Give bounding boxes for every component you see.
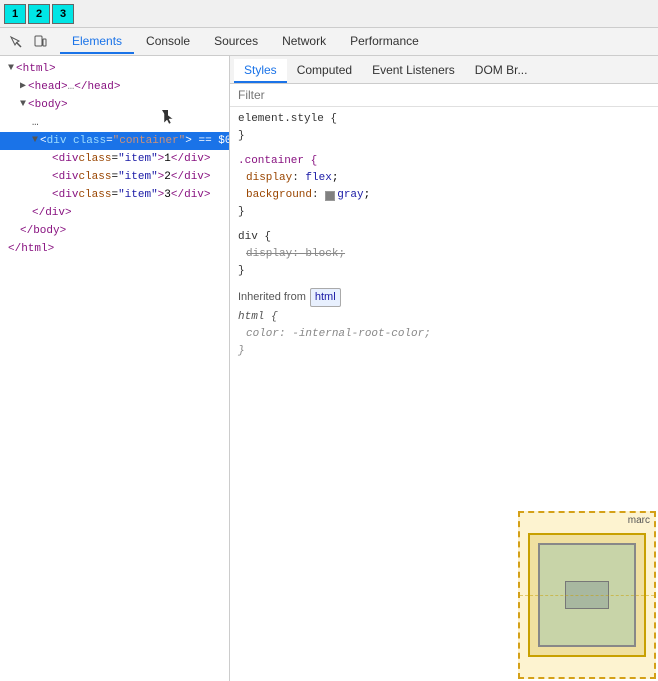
preview-box-1: 1 — [4, 4, 26, 24]
html-tree: ▼ <html> ▶ <head>…</head> ▼ <body> … ▼ <… — [0, 56, 229, 681]
right-panel: Styles Computed Event Listeners DOM Br..… — [230, 56, 658, 681]
color-swatch[interactable] — [325, 191, 335, 201]
css-selector: html { — [238, 309, 650, 326]
preview-box-3: 3 — [52, 4, 74, 24]
css-selector: .container { — [238, 153, 650, 170]
devtools-main: ▼ <html> ▶ <head>…</head> ▼ <body> … ▼ <… — [0, 56, 658, 681]
tree-line[interactable]: ▶ <div class="item">2</div> — [0, 168, 229, 186]
elements-panel: ▼ <html> ▶ <head>…</head> ▼ <body> … ▼ <… — [0, 56, 230, 681]
tree-line[interactable]: ▶ <head>…</head> — [0, 78, 229, 96]
css-rule-div: div { display : block ; } — [238, 229, 650, 280]
styles-tabs: Styles Computed Event Listeners DOM Br..… — [230, 56, 658, 84]
css-close: } — [238, 263, 650, 280]
triangle-icon: ▼ — [32, 132, 38, 150]
tree-line[interactable]: ▶ <div class="item">1</div> — [0, 150, 229, 168]
tab-event-listeners[interactable]: Event Listeners — [362, 59, 465, 83]
tab-computed[interactable]: Computed — [287, 59, 362, 83]
box-model-margin-label: marc — [628, 515, 650, 526]
tab-console[interactable]: Console — [134, 30, 202, 54]
css-rule-element-style: element.style { } — [238, 111, 650, 145]
css-selector: element.style { — [238, 111, 650, 128]
box-model-container: marc — [518, 511, 658, 681]
toolbar-icons — [8, 34, 48, 50]
box-model-line — [520, 595, 654, 596]
css-selector: div { — [238, 229, 650, 246]
css-property-line-strikethrough: display : block ; — [238, 246, 650, 263]
css-rule-container: .container { display : flex ; background… — [238, 153, 650, 221]
css-property-line: display : flex ; — [238, 170, 650, 187]
preview-box-2: 2 — [28, 4, 50, 24]
devtools-toolbar: Elements Console Sources Network Perform… — [0, 28, 658, 56]
tab-sources[interactable]: Sources — [202, 30, 270, 54]
triangle-icon: ▼ — [8, 60, 14, 78]
device-icon[interactable] — [32, 34, 48, 50]
css-property-line: background : gray ; — [238, 187, 650, 204]
box-model: marc — [518, 511, 656, 679]
tab-performance[interactable]: Performance — [338, 30, 431, 54]
tree-line-selected[interactable]: ▼ <div class="container"> == $0 — [0, 132, 229, 150]
filter-bar — [230, 84, 658, 107]
tab-network[interactable]: Network — [270, 30, 338, 54]
tree-line[interactable]: … — [0, 114, 229, 132]
inherited-label: Inherited from — [238, 289, 306, 306]
inspect-icon[interactable] — [8, 34, 24, 50]
devtools-tabs: Elements Console Sources Network Perform… — [60, 30, 431, 54]
tree-line[interactable]: </html> — [0, 240, 229, 258]
tree-line[interactable]: </body> — [0, 222, 229, 240]
triangle-icon: ▼ — [20, 96, 26, 114]
css-close: } — [238, 343, 650, 360]
tree-line[interactable]: ▼ <html> — [0, 60, 229, 78]
tab-dom-breakpoints[interactable]: DOM Br... — [465, 59, 538, 83]
tree-line[interactable]: ▼ <body> — [0, 96, 229, 114]
tab-elements[interactable]: Elements — [60, 30, 134, 54]
tree-line[interactable]: ▶ <div class="item">3</div> — [0, 186, 229, 204]
filter-input[interactable] — [238, 88, 650, 102]
css-close: } — [238, 128, 650, 145]
inherited-from: Inherited from html — [238, 288, 650, 307]
css-close: } — [238, 204, 650, 221]
css-property-line: color : -internal-root-color ; — [238, 326, 650, 343]
inherited-tag[interactable]: html — [310, 288, 341, 307]
triangle-icon: ▶ — [20, 78, 26, 96]
tree-line[interactable]: </div> — [0, 204, 229, 222]
preview-area: 1 2 3 — [0, 0, 658, 28]
css-rule-html: html { color : -internal-root-color ; } — [238, 309, 650, 360]
tab-styles[interactable]: Styles — [234, 59, 287, 83]
